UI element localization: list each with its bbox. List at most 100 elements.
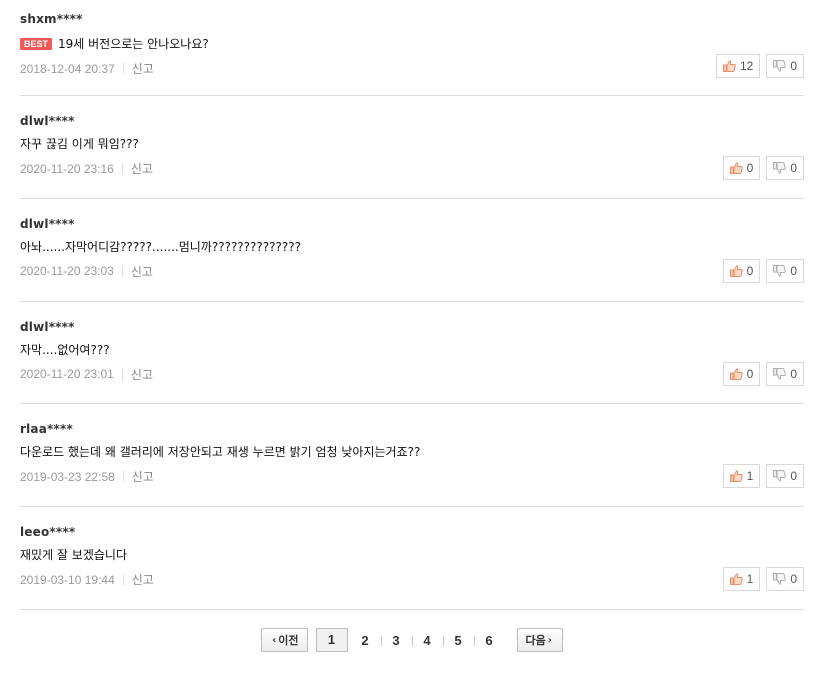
page-number[interactable]: 5 xyxy=(442,633,474,648)
comment-author: dlwl**** xyxy=(20,216,75,231)
comment-content: BEST 19세 버전으로는 안나오나요? xyxy=(20,35,209,52)
comment-author: leeo**** xyxy=(20,525,76,540)
page-number[interactable]: 6 xyxy=(473,633,505,648)
comment-item: rlaa**** 다운로드 했는데 왜 갤러리에 저장안되고 재생 누르면 밝기… xyxy=(20,404,804,508)
comment-meta: 2020-11-20 23:03 신고 xyxy=(20,263,153,280)
like-button[interactable]: 0 xyxy=(722,361,761,386)
like-button[interactable]: 1 xyxy=(722,464,761,489)
dislike-count: 0 xyxy=(790,572,797,587)
chevron-right-icon: › xyxy=(547,634,552,646)
report-link[interactable]: 신고 xyxy=(132,468,154,485)
dislike-count: 0 xyxy=(790,469,797,484)
comment-date: 2020-11-20 23:16 xyxy=(20,161,114,176)
like-button[interactable]: 1 xyxy=(722,567,761,592)
dislike-count: 0 xyxy=(790,366,797,381)
comment-text: 자막....없어여??? xyxy=(20,342,110,357)
prev-page-button[interactable]: ‹ 이전 xyxy=(261,628,308,652)
like-count: 12 xyxy=(739,59,754,73)
dislike-count: 0 xyxy=(790,263,797,278)
comment-list: shxm**** BEST 19세 버전으로는 안나오나요? 2018-12-0… xyxy=(20,0,804,610)
report-link[interactable]: 신고 xyxy=(131,366,153,383)
chevron-left-icon: ‹ xyxy=(272,634,277,646)
comment-content: 아놔......자막어디감?????.......멈니까????????????… xyxy=(20,238,301,255)
next-page-button[interactable]: 다음 › xyxy=(516,628,563,652)
report-link[interactable]: 신고 xyxy=(132,60,154,77)
thumbs-up-icon xyxy=(729,265,743,277)
vote-group: 0 0 xyxy=(722,156,804,180)
report-link[interactable]: 신고 xyxy=(131,160,153,177)
report-link[interactable]: 신고 xyxy=(131,263,153,280)
comment-item: dlwl**** 아놔......자막어디감?????.......멈니까???… xyxy=(20,199,804,302)
divider xyxy=(122,574,124,586)
dislike-button[interactable]: 0 xyxy=(766,567,804,592)
thumbs-down-icon xyxy=(773,60,787,72)
dislike-button[interactable]: 0 xyxy=(766,54,804,78)
comment-date: 2019-03-10 19:44 xyxy=(20,572,115,587)
like-button[interactable]: 12 xyxy=(715,54,761,78)
comment-text: 아놔......자막어디감?????.......멈니까????????????… xyxy=(20,239,302,254)
thumbs-down-icon xyxy=(773,264,787,277)
next-page-label: 다음 xyxy=(525,634,546,647)
comment-item: leeo**** 재밌게 잘 보겠습니다 2019-03-10 19:44 신고… xyxy=(20,507,804,610)
pagination: ‹ 이전 1 2 3 4 5 6 다음 › xyxy=(0,628,824,652)
comment-meta: 2018-12-04 20:37 신고 xyxy=(20,60,154,77)
divider xyxy=(122,471,124,483)
page-number[interactable]: 4 xyxy=(411,633,443,648)
thumbs-up-icon xyxy=(722,60,736,72)
like-count: 0 xyxy=(746,161,754,175)
comment-item: dlwl**** 자막....없어여??? 2020-11-20 23:01 신… xyxy=(20,302,804,405)
page-number[interactable]: 3 xyxy=(380,633,412,648)
thumbs-up-icon xyxy=(729,162,743,174)
comment-date: 2018-12-04 20:37 xyxy=(20,61,115,76)
comment-author: dlwl**** xyxy=(20,114,75,128)
comment-text: 19세 버전으로는 안나오나요? xyxy=(58,37,209,51)
like-button[interactable]: 0 xyxy=(722,258,761,283)
like-count: 1 xyxy=(746,469,754,484)
page-number[interactable]: 2 xyxy=(350,633,381,648)
comment-content: 다운로드 했는데 왜 갤러리에 저장안되고 재생 누르면 밝기 엄청 낮아지는거… xyxy=(20,443,420,460)
comment-meta: 2020-11-20 23:01 신고 xyxy=(20,366,153,383)
thumbs-up-icon xyxy=(729,573,743,586)
thumbs-down-icon xyxy=(773,367,787,380)
dislike-button[interactable]: 0 xyxy=(766,156,804,180)
divider xyxy=(121,368,123,380)
vote-group: 1 0 xyxy=(722,464,804,489)
comment-date: 2019-03-23 22:58 xyxy=(20,469,115,484)
thumbs-up-icon xyxy=(729,368,743,380)
comment-text: 자꾸 끊김 이게 뭐임??? xyxy=(20,137,139,151)
comment-text: 재밌게 잘 보겠습니다 xyxy=(20,548,127,563)
comment-content: 자막....없어여??? xyxy=(20,341,110,358)
comment-item: shxm**** BEST 19세 버전으로는 안나오나요? 2018-12-0… xyxy=(20,0,804,96)
best-badge: BEST xyxy=(20,37,53,50)
comment-author: shxm**** xyxy=(20,12,83,26)
comment-date: 2020-11-20 23:03 xyxy=(20,264,114,279)
dislike-button[interactable]: 0 xyxy=(766,464,804,489)
dislike-count: 0 xyxy=(790,161,797,175)
like-button[interactable]: 0 xyxy=(722,156,761,180)
comment-meta: 2019-03-10 19:44 신고 xyxy=(20,571,154,588)
vote-group: 12 0 xyxy=(715,54,804,78)
divider xyxy=(121,163,123,174)
comment-author: rlaa**** xyxy=(20,422,73,437)
thumbs-down-icon xyxy=(773,162,787,174)
vote-group: 0 0 xyxy=(722,258,804,283)
comment-meta: 2019-03-23 22:58 신고 xyxy=(20,468,154,485)
like-count: 1 xyxy=(746,572,754,587)
comment-author: dlwl**** xyxy=(20,319,75,334)
divider xyxy=(121,265,123,277)
thumbs-down-icon xyxy=(773,470,787,482)
thumbs-up-icon xyxy=(729,470,743,483)
dislike-button[interactable]: 0 xyxy=(766,361,804,386)
dislike-button[interactable]: 0 xyxy=(766,258,804,283)
page-numbers: 1 2 3 4 5 6 xyxy=(315,628,505,652)
report-link[interactable]: 신고 xyxy=(132,571,154,588)
comment-meta: 2020-11-20 23:16 신고 xyxy=(20,160,153,177)
page-number-current[interactable]: 1 xyxy=(315,628,348,652)
comment-content: 자꾸 끊김 이게 뭐임??? xyxy=(20,135,139,152)
prev-page-label: 이전 xyxy=(278,634,299,647)
vote-group: 1 0 xyxy=(722,567,804,592)
comment-content: 재밌게 잘 보겠습니다 xyxy=(20,546,127,563)
thumbs-down-icon xyxy=(773,573,787,585)
like-count: 0 xyxy=(746,366,754,381)
like-count: 0 xyxy=(746,263,754,278)
